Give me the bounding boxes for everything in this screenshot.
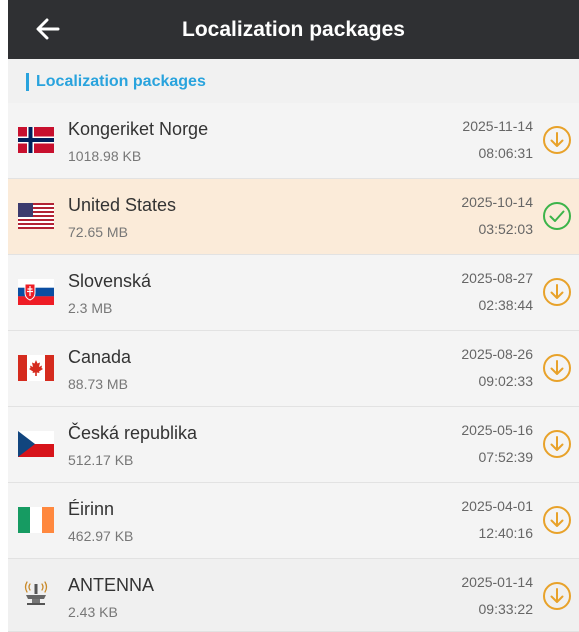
package-row-ireland[interactable]: Éirinn 462.97 KB 2025-04-01 12:40:16 bbox=[8, 483, 579, 559]
antenna-icon bbox=[24, 581, 48, 605]
flag-norway-icon bbox=[18, 127, 54, 153]
package-time: 09:02:33 bbox=[478, 373, 534, 389]
download-icon[interactable] bbox=[542, 353, 572, 383]
package-time: 09:33:22 bbox=[478, 601, 534, 617]
package-row-canada[interactable]: Canada 88.73 MB 2025-08-26 09:02:33 bbox=[8, 331, 579, 407]
package-row-norway[interactable]: Kongeriket Norge 1018.98 KB 2025-11-14 0… bbox=[8, 103, 579, 179]
flag-united-states-icon bbox=[18, 203, 54, 229]
section-header: Localization packages bbox=[8, 59, 579, 103]
download-icon[interactable] bbox=[542, 505, 572, 535]
app-screen: Localization packages Localization packa… bbox=[0, 0, 579, 632]
download-icon[interactable] bbox=[542, 277, 572, 307]
package-time: 07:52:39 bbox=[478, 449, 534, 465]
download-icon[interactable] bbox=[542, 581, 572, 611]
package-size: 88.73 MB bbox=[68, 376, 128, 392]
package-size: 72.65 MB bbox=[68, 224, 128, 240]
package-name: Éirinn bbox=[68, 499, 115, 519]
package-time: 12:40:16 bbox=[478, 525, 534, 541]
package-date: 2025-01-14 bbox=[461, 574, 533, 590]
top-bar: Localization packages bbox=[8, 0, 579, 59]
package-size: 2.43 KB bbox=[68, 604, 118, 620]
package-date: 2025-08-26 bbox=[461, 346, 533, 362]
package-row-antenna[interactable]: ANTENNA 2.43 KB 2025-01-14 09:33:22 bbox=[8, 559, 579, 632]
package-date: 2025-05-16 bbox=[461, 422, 533, 438]
arrow-left-icon bbox=[36, 18, 60, 40]
package-time: 08:06:31 bbox=[478, 145, 534, 161]
flag-slovakia-icon bbox=[18, 279, 54, 305]
package-time: 02:38:44 bbox=[478, 297, 534, 313]
package-size: 462.97 KB bbox=[68, 528, 134, 544]
download-icon[interactable] bbox=[542, 429, 572, 459]
package-size: 1018.98 KB bbox=[68, 148, 142, 164]
package-name: ANTENNA bbox=[68, 575, 155, 595]
package-name: Canada bbox=[68, 347, 132, 367]
installed-check-icon bbox=[543, 202, 571, 230]
package-list: Kongeriket Norge 1018.98 KB 2025-11-14 0… bbox=[8, 103, 579, 632]
package-name: United States bbox=[68, 195, 177, 215]
section-accent-bar bbox=[26, 73, 29, 91]
back-button[interactable] bbox=[34, 15, 62, 43]
package-date: 2025-04-01 bbox=[461, 498, 533, 514]
package-time: 03:52:03 bbox=[478, 221, 534, 237]
package-date: 2025-11-14 bbox=[462, 118, 533, 134]
package-name: Česká republika bbox=[68, 423, 198, 443]
package-name: Kongeriket Norge bbox=[68, 119, 209, 139]
package-row-czech-republic[interactable]: Česká republika 512.17 KB 2025-05-16 07:… bbox=[8, 407, 579, 483]
page-title: Localization packages bbox=[182, 18, 405, 41]
package-row-united-states[interactable]: United States 72.65 MB 2025-10-14 03:52:… bbox=[8, 179, 579, 255]
package-row-slovakia[interactable]: Slovenská 2.3 MB 2025-08-27 02:38:44 bbox=[8, 255, 579, 331]
section-title: Localization packages bbox=[36, 73, 206, 90]
package-date: 2025-10-14 bbox=[461, 194, 533, 210]
package-size: 2.3 MB bbox=[68, 300, 113, 316]
package-name: Slovenská bbox=[68, 271, 152, 291]
package-date: 2025-08-27 bbox=[461, 270, 533, 286]
flag-canada-icon bbox=[18, 355, 54, 381]
flag-ireland-icon bbox=[18, 507, 54, 533]
flag-czech-republic-icon bbox=[18, 431, 54, 457]
package-size: 512.17 KB bbox=[68, 452, 134, 468]
download-icon[interactable] bbox=[542, 125, 572, 155]
